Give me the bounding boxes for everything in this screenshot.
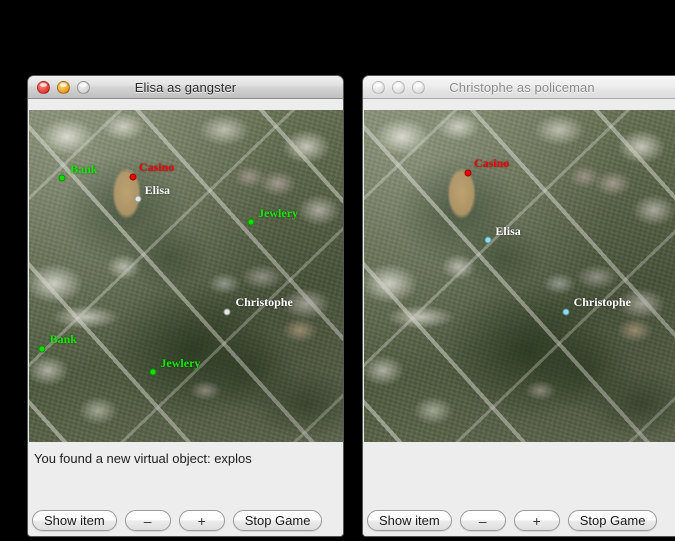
zoom-in-button[interactable]: + xyxy=(178,510,225,531)
map-imagery xyxy=(364,110,675,444)
map-imagery xyxy=(29,110,343,444)
window-controls xyxy=(37,80,90,94)
close-button[interactable] xyxy=(37,80,50,94)
zoom-button[interactable] xyxy=(77,80,90,94)
map-marker-bank[interactable] xyxy=(58,174,66,182)
map-marker-christophe[interactable] xyxy=(223,308,231,316)
zoom-in-button[interactable]: + xyxy=(513,510,560,531)
map-marker-casino[interactable] xyxy=(129,173,137,181)
zoom-button[interactable] xyxy=(412,80,425,94)
map-marker-casino[interactable] xyxy=(464,169,472,177)
stop-game-button[interactable]: Stop Game xyxy=(567,510,658,531)
bottom-panel: You found a new virtual object: explos Sh… xyxy=(28,442,343,536)
status-message: You found a new virtual object: explos xyxy=(34,451,252,466)
minimize-button[interactable] xyxy=(392,80,405,94)
desktop-background: Elisa as gangster Bank Casino Elisa Jewlery C… xyxy=(0,0,675,541)
policeman-window[interactable]: Christophe as policeman Casino Elisa Christ… xyxy=(362,75,675,537)
map-marker-christophe[interactable] xyxy=(562,308,570,316)
gangster-window[interactable]: Elisa as gangster Bank Casino Elisa Jewlery C… xyxy=(27,75,344,537)
map-marker-jewlery[interactable] xyxy=(149,368,157,376)
window-controls xyxy=(372,80,425,94)
map-marker-jewlery[interactable] xyxy=(247,218,255,226)
control-button-row: Show item – + Stop Game xyxy=(32,510,323,531)
show-item-button[interactable]: Show item xyxy=(32,510,117,531)
bottom-panel: Show item – + Stop Game xyxy=(363,442,675,536)
satellite-map-view[interactable]: Bank Casino Elisa Jewlery Christophe Bank Jewl… xyxy=(29,110,343,444)
control-button-row: Show item – + Stop Game xyxy=(367,510,658,531)
close-button[interactable] xyxy=(372,80,385,94)
zoom-out-button[interactable]: – xyxy=(459,510,506,531)
map-marker-bank[interactable] xyxy=(38,345,46,353)
map-marker-elisa[interactable] xyxy=(484,236,492,244)
show-item-button[interactable]: Show item xyxy=(367,510,452,531)
titlebar[interactable]: Elisa as gangster xyxy=(28,76,343,99)
zoom-out-button[interactable]: – xyxy=(124,510,171,531)
map-marker-elisa[interactable] xyxy=(134,195,142,202)
stop-game-button[interactable]: Stop Game xyxy=(232,510,323,531)
minimize-button[interactable] xyxy=(57,80,70,94)
satellite-map-view[interactable]: Casino Elisa Christophe xyxy=(364,110,675,444)
titlebar[interactable]: Christophe as policeman xyxy=(363,76,675,99)
